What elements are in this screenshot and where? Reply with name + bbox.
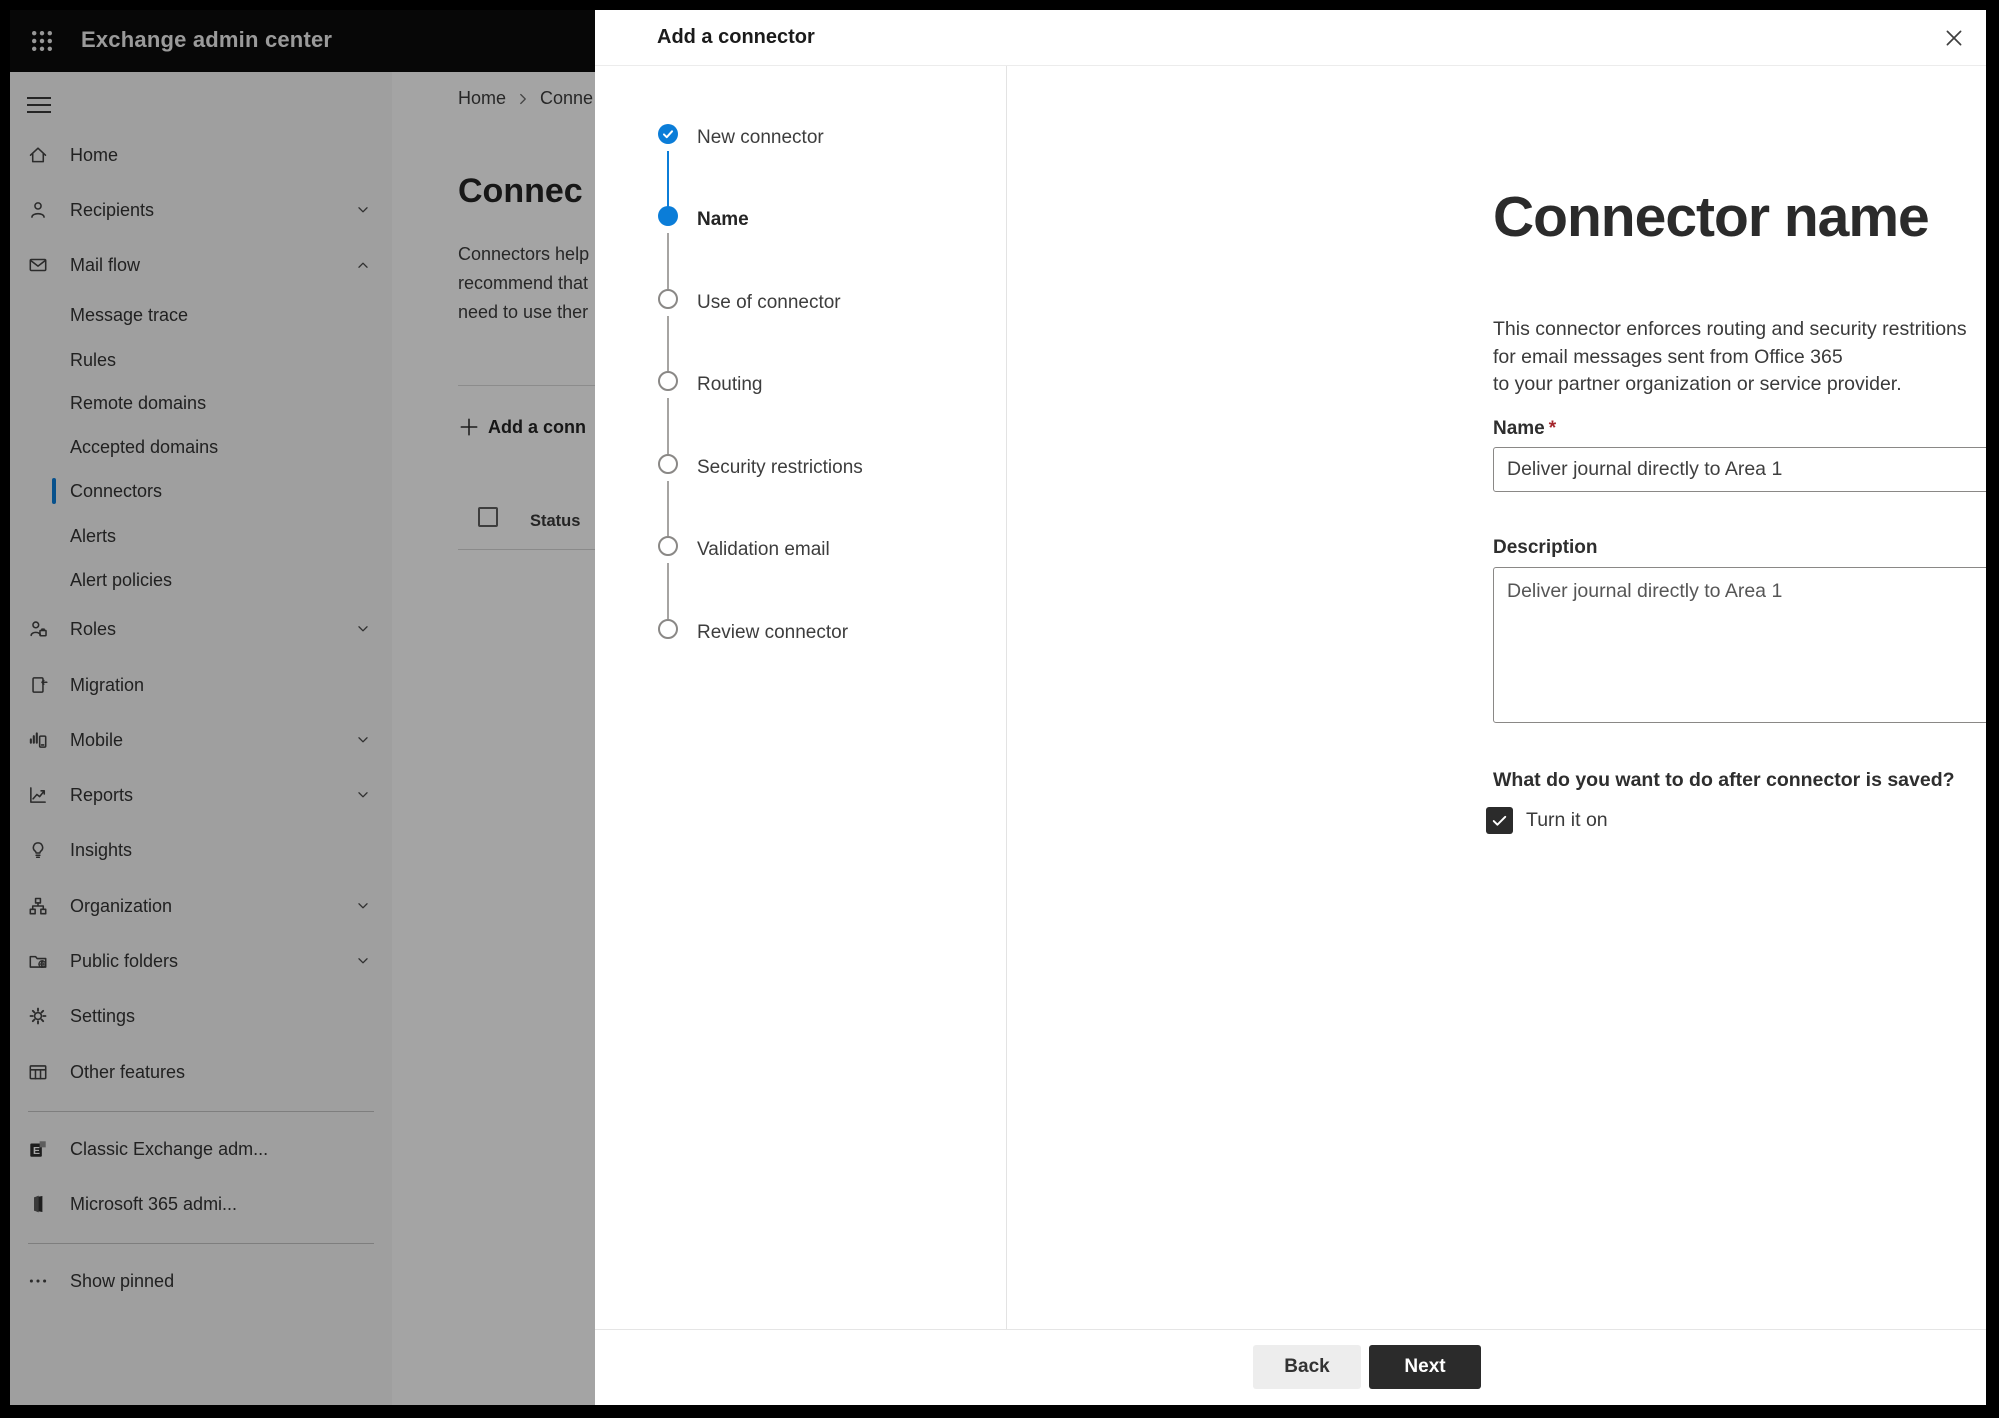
checkbox-label: Turn it on bbox=[1526, 808, 1608, 831]
step-connector-line bbox=[667, 481, 669, 536]
step-upcoming-icon bbox=[658, 289, 678, 309]
dialog-header: Add a connector bbox=[595, 10, 1986, 66]
after-save-question: What do you want to do after connector i… bbox=[1493, 769, 1955, 791]
step-title: Connector name bbox=[1493, 185, 1930, 249]
step-connector-line bbox=[667, 151, 669, 207]
step-connector-line bbox=[667, 563, 669, 619]
dialog-footer: Back Next bbox=[595, 1329, 1986, 1405]
step-current-icon bbox=[658, 206, 678, 226]
step-content: Connector name This connector enforces r… bbox=[1008, 66, 1986, 1329]
step-connector-line bbox=[667, 398, 669, 454]
name-input[interactable] bbox=[1493, 447, 1986, 492]
next-button[interactable]: Next bbox=[1369, 1345, 1481, 1389]
step-upcoming-icon bbox=[658, 454, 678, 474]
description-field-label: Description bbox=[1493, 537, 1598, 558]
wizard-steps-panel: New connector Name Use of connector Rout… bbox=[595, 66, 1007, 1329]
checkbox-checked-icon[interactable] bbox=[1486, 806, 1513, 834]
step-upcoming-icon bbox=[658, 536, 678, 556]
turn-it-on-checkbox-row[interactable]: Turn it on bbox=[1486, 806, 1608, 834]
required-marker: * bbox=[1548, 418, 1557, 439]
add-connector-dialog: Add a connector New connector Name Use o… bbox=[595, 10, 1986, 1405]
window-frame: Exchange admin center Home Recipients Ma… bbox=[10, 10, 1986, 1405]
step-connector-line bbox=[667, 233, 669, 289]
step-connector-line bbox=[667, 316, 669, 371]
dialog-title: Add a connector bbox=[657, 26, 815, 48]
step-upcoming-icon bbox=[658, 371, 678, 391]
back-button[interactable]: Back bbox=[1253, 1345, 1361, 1389]
step-upcoming-icon bbox=[658, 619, 678, 639]
dialog-body: New connector Name Use of connector Rout… bbox=[595, 66, 1986, 1329]
description-textarea[interactable]: Deliver journal directly to Area 1 bbox=[1493, 567, 1986, 723]
close-icon[interactable] bbox=[1942, 26, 1966, 50]
name-field-label: Name * bbox=[1493, 418, 1557, 439]
step-completed-icon bbox=[658, 124, 678, 144]
step-description: This connector enforces routing and secu… bbox=[1493, 318, 1967, 395]
